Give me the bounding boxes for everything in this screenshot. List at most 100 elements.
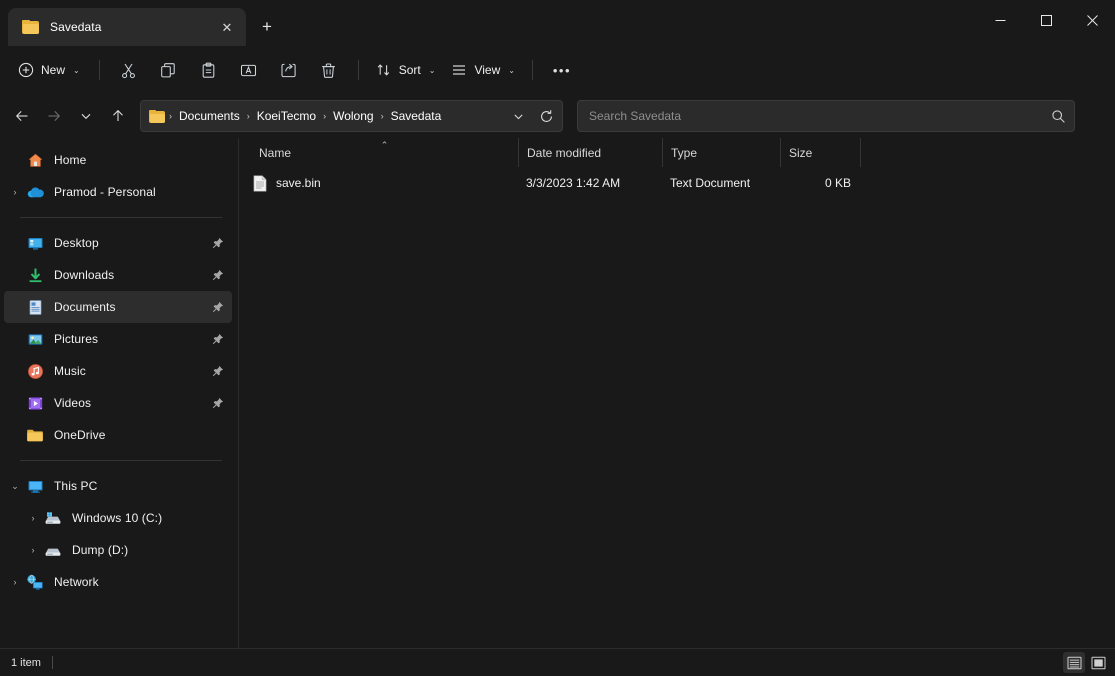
refresh-button[interactable] [532, 102, 560, 130]
downloads-icon [26, 266, 44, 284]
thispc-icon [26, 477, 44, 495]
sidebar-item-label: This PC [54, 479, 98, 493]
rename-button[interactable] [229, 54, 269, 86]
pin-icon[interactable] [212, 269, 224, 281]
breadcrumb-item-documents[interactable]: Documents [174, 106, 245, 126]
navigation-bar: › Documents › KoeiTecmo › Wolong › Saved… [0, 94, 1115, 138]
windows-drive-icon [44, 509, 62, 527]
sidebar-item-videos[interactable]: › Videos [4, 387, 232, 419]
sidebar-item-label: Pictures [54, 332, 99, 346]
command-bar: New ⌄ Sort ⌄ View ⌄ ••• [0, 46, 1115, 94]
copy-button[interactable] [149, 54, 189, 86]
expander-icon[interactable]: › [4, 187, 26, 197]
column-header-label: Type [671, 145, 698, 160]
see-more-button[interactable]: ••• [542, 54, 582, 86]
recent-locations-button[interactable] [70, 100, 102, 132]
window-controls [977, 0, 1115, 40]
rename-icon [241, 64, 257, 76]
search-input[interactable] [589, 109, 1051, 123]
sidebar-item-label: Music [54, 364, 86, 378]
copy-icon [161, 62, 175, 77]
column-headers: Name ⌃ Date modified Type Size [239, 138, 1115, 167]
sidebar-item-music[interactable]: › Music [4, 355, 232, 387]
column-header-size[interactable]: Size [780, 138, 860, 167]
back-button[interactable] [6, 100, 38, 132]
chevron-down-icon [81, 113, 91, 119]
sidebar-item-network[interactable]: › Network [4, 566, 232, 598]
sidebar-item-windows-c-drive[interactable]: › Windows 10 (C:) [4, 502, 232, 534]
pin-icon[interactable] [212, 237, 224, 249]
new-button[interactable]: New ⌄ [10, 54, 90, 86]
expander-icon: › [4, 302, 26, 312]
forward-button[interactable] [38, 100, 70, 132]
sidebar-item-downloads[interactable]: › Downloads [4, 259, 232, 291]
details-view-icon [1067, 656, 1081, 669]
minimize-button[interactable] [977, 0, 1023, 40]
arrow-left-icon [16, 111, 28, 121]
refresh-icon [540, 109, 552, 122]
sidebar-item-this-pc[interactable]: ⌄ This PC [4, 470, 232, 502]
network-icon [26, 573, 44, 591]
close-window-button[interactable] [1069, 0, 1115, 40]
address-bar[interactable]: › Documents › KoeiTecmo › Wolong › Saved… [140, 100, 563, 132]
new-button-label: New [41, 63, 66, 77]
column-header-name[interactable]: Name ⌃ [251, 138, 518, 167]
pin-icon[interactable] [212, 397, 224, 409]
expander-icon[interactable]: › [22, 513, 44, 523]
column-header-date-modified[interactable]: Date modified [518, 138, 662, 167]
search-box[interactable] [577, 100, 1075, 132]
maximize-button[interactable] [1023, 0, 1069, 40]
cut-button[interactable] [109, 54, 149, 86]
sidebar-item-documents[interactable]: › Documents [4, 291, 232, 323]
pin-icon[interactable] [212, 333, 224, 345]
expander-icon[interactable]: › [22, 545, 44, 555]
table-row[interactable]: save.bin 3/3/2023 1:42 AM Text Document … [245, 171, 1109, 195]
large-icons-view-button[interactable] [1087, 652, 1109, 673]
paste-button[interactable] [189, 54, 229, 86]
paste-icon [202, 62, 215, 78]
sidebar-item-home[interactable]: › Home [4, 144, 232, 176]
up-button[interactable] [102, 100, 134, 132]
sidebar-item-onedrive[interactable]: › OneDrive [4, 419, 232, 451]
sidebar-item-label: Home [54, 153, 87, 167]
drive-icon [44, 541, 62, 559]
sidebar-item-label: Videos [54, 396, 92, 410]
sidebar-item-desktop[interactable]: › Desktop [4, 227, 232, 259]
pin-icon[interactable] [212, 301, 224, 313]
column-header-label: Size [789, 145, 813, 160]
text-document-icon [253, 174, 267, 192]
sidebar-item-dump-d-drive[interactable]: › Dump (D:) [4, 534, 232, 566]
breadcrumb-item-wolong[interactable]: Wolong [328, 106, 378, 126]
share-button[interactable] [269, 54, 309, 86]
chevron-down-icon: ⌄ [508, 65, 515, 75]
new-tab-button[interactable]: + [250, 10, 284, 44]
expander-icon: › [4, 430, 26, 440]
sidebar-item-label: Desktop [54, 236, 99, 250]
sort-button[interactable]: Sort ⌄ [368, 54, 444, 86]
close-tab-icon[interactable]: ✕ [214, 14, 240, 40]
details-view-button[interactable] [1063, 652, 1085, 673]
view-lines-icon [453, 65, 466, 75]
delete-button[interactable] [309, 54, 349, 86]
status-divider [51, 656, 53, 669]
sidebar-item-pramod-personal[interactable]: › Pramod - Personal [4, 176, 232, 208]
desktop-icon [26, 234, 44, 252]
breadcrumb: › Documents › KoeiTecmo › Wolong › Saved… [167, 106, 504, 126]
breadcrumb-item-koeitecmo[interactable]: KoeiTecmo [252, 106, 321, 126]
sidebar-divider-2 [20, 460, 222, 461]
tab-savedata[interactable]: Savedata ✕ [8, 8, 246, 46]
view-button[interactable]: View ⌄ [443, 54, 523, 86]
breadcrumb-item-savedata[interactable]: Savedata [386, 106, 447, 126]
sidebar-item-pictures[interactable]: › Pictures [4, 323, 232, 355]
address-dropdown-button[interactable] [504, 102, 532, 130]
chevron-down-icon: ⌄ [73, 65, 80, 75]
share-icon [281, 63, 296, 77]
chevron-down-icon [513, 114, 523, 119]
ellipsis-icon: ••• [552, 62, 572, 78]
toolbar-divider-3 [531, 60, 533, 80]
pin-icon[interactable] [212, 365, 224, 377]
expander-icon[interactable]: ⌄ [4, 481, 26, 492]
column-header-type[interactable]: Type [662, 138, 780, 167]
home-icon [26, 151, 44, 169]
expander-icon[interactable]: › [4, 577, 26, 587]
